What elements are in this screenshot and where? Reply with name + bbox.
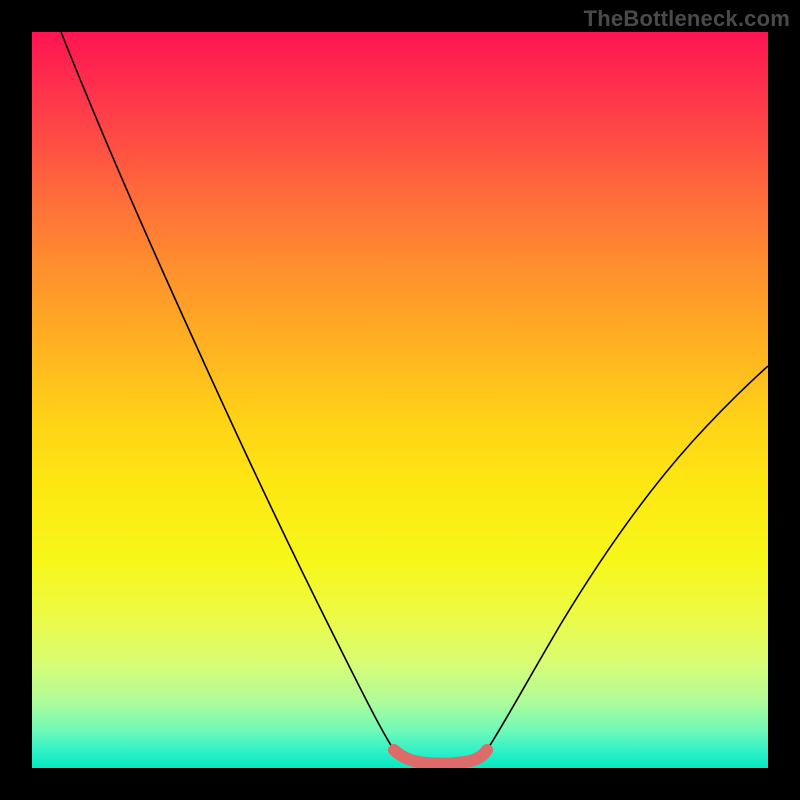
bottleneck-curve-left	[61, 32, 394, 750]
chart-frame: TheBottleneck.com	[0, 0, 800, 800]
plot-area	[32, 32, 768, 768]
bottleneck-curve-svg	[32, 32, 768, 768]
bottleneck-curve-right	[487, 366, 768, 750]
watermark-text: TheBottleneck.com	[584, 6, 790, 32]
bottleneck-floor	[394, 750, 487, 764]
